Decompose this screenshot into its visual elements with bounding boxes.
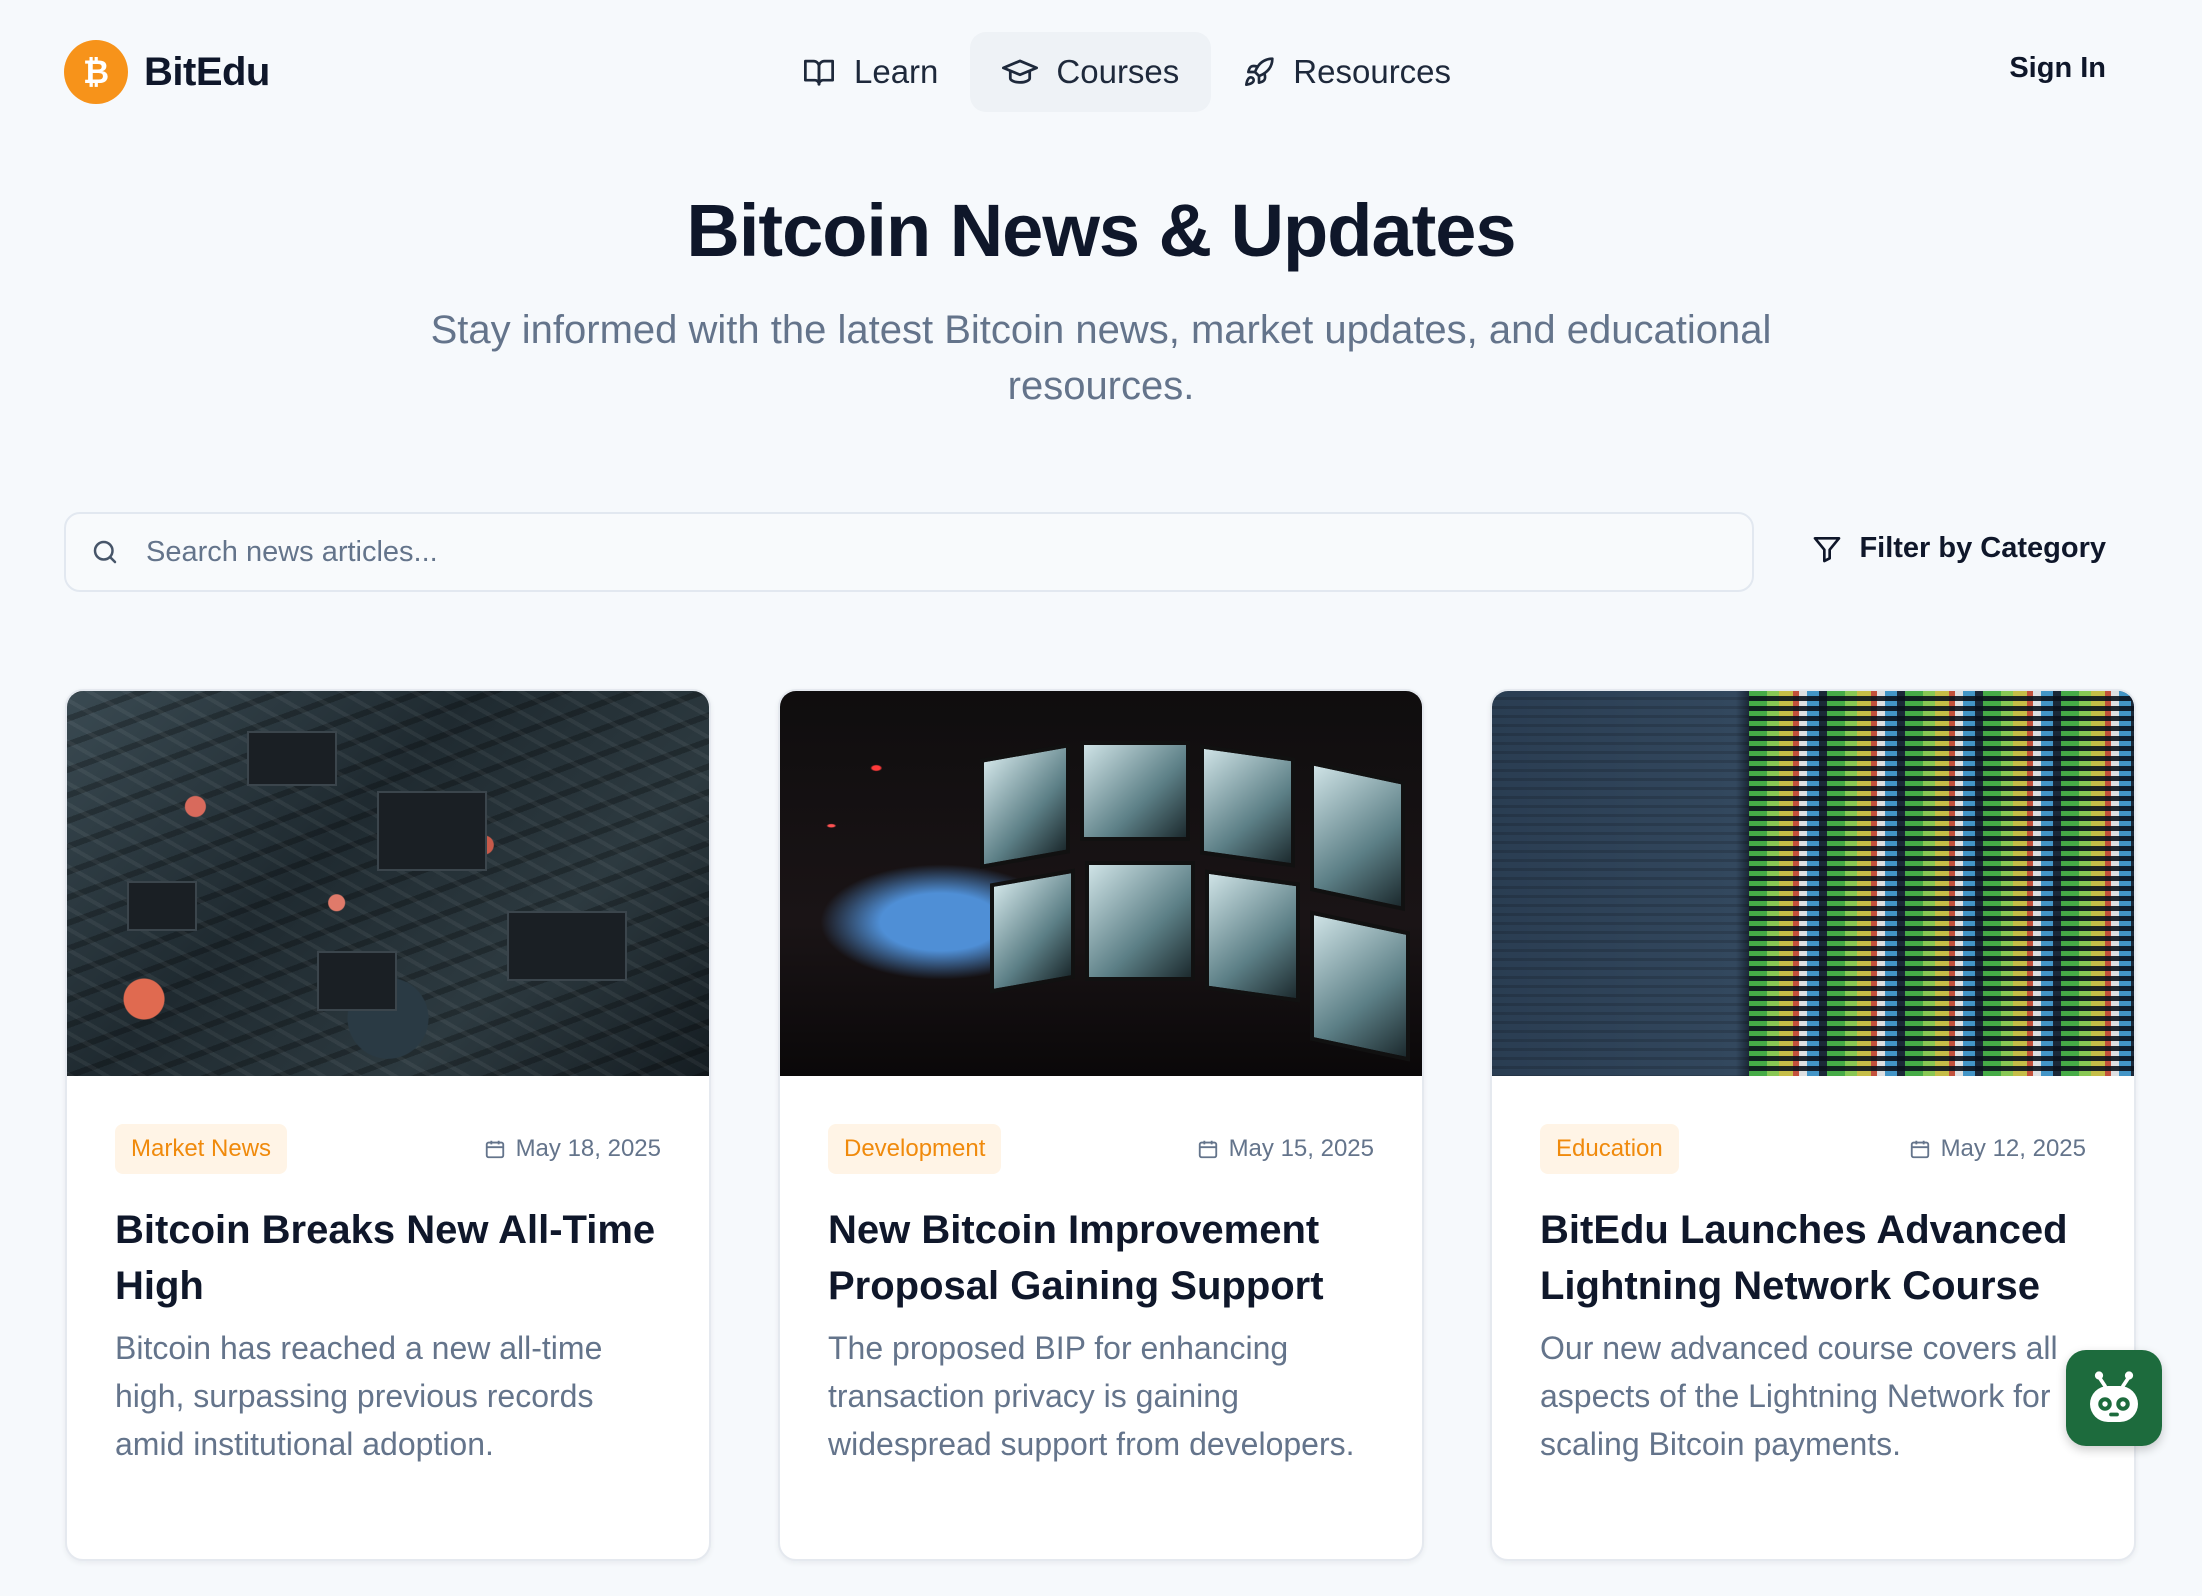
calendar-icon bbox=[1198, 1140, 1217, 1159]
date-text: May 15, 2025 bbox=[1228, 1135, 1374, 1162]
page-subtitle: Stay informed with the latest Bitcoin ne… bbox=[430, 308, 1772, 408]
nav-item-label: Resources bbox=[1293, 53, 1452, 90]
category-badge[interactable]: Development bbox=[828, 1124, 1002, 1174]
nav-item-label: Learn bbox=[854, 53, 939, 90]
code-screen-image bbox=[1492, 691, 2134, 1076]
news-card-market-news[interactable]: Market News May 18, 2025 Bitcoin Breaks … bbox=[65, 689, 711, 1561]
robot-icon bbox=[2090, 1371, 2138, 1422]
graduation-cap-icon bbox=[1002, 59, 1039, 84]
article-title[interactable]: New Bitcoin Improvement Proposal Gaining… bbox=[828, 1202, 1374, 1314]
article-date: May 18, 2025 bbox=[484, 1135, 661, 1163]
main-nav: Learn Courses Resources bbox=[770, 32, 1483, 112]
brand-logo[interactable]: ₿ BitEdu bbox=[64, 40, 270, 104]
rocket-icon bbox=[1245, 57, 1274, 86]
filter-icon bbox=[1814, 536, 1841, 562]
news-card-education[interactable]: Education May 12, 2025 BitEdu Launches A… bbox=[1490, 689, 2136, 1561]
circuit-board-image bbox=[67, 691, 709, 1076]
search-bar[interactable] bbox=[64, 512, 1754, 592]
sign-in-link[interactable]: Sign In bbox=[2009, 52, 2106, 85]
video-screens-image bbox=[780, 691, 1422, 1076]
article-summary: Our new advanced course covers all aspec… bbox=[1540, 1330, 2058, 1462]
page: ₿ BitEdu Learn Courses Resources Sign In… bbox=[0, 0, 2202, 1596]
top-navbar: ₿ BitEdu Learn Courses Resources Sign In bbox=[0, 0, 2202, 144]
article-date: May 15, 2025 bbox=[1197, 1135, 1374, 1163]
news-card-development[interactable]: Development May 15, 2025 New Bitcoin Imp… bbox=[778, 689, 1424, 1561]
assistant-bot-button[interactable] bbox=[2066, 1350, 2162, 1446]
article-summary: The proposed BIP for enhancing transacti… bbox=[828, 1330, 1355, 1462]
brand-name: BitEdu bbox=[144, 49, 270, 94]
calendar-icon bbox=[1910, 1140, 1929, 1159]
bitcoin-logo-icon: ₿ bbox=[64, 40, 128, 104]
search-icon bbox=[93, 540, 117, 564]
nav-item-label: Courses bbox=[1056, 53, 1180, 90]
nav-item-courses[interactable]: Courses bbox=[970, 32, 1212, 112]
nav-item-resources[interactable]: Resources bbox=[1211, 32, 1483, 112]
category-badge[interactable]: Education bbox=[1540, 1124, 1679, 1174]
nav-item-learn[interactable]: Learn bbox=[770, 32, 970, 112]
article-title[interactable]: Bitcoin Breaks New All-Time High bbox=[115, 1202, 661, 1314]
category-badge[interactable]: Market News bbox=[115, 1124, 288, 1174]
search-input[interactable] bbox=[146, 535, 1646, 569]
filter-by-category-button[interactable]: Filter by Category bbox=[1811, 532, 2106, 565]
article-title[interactable]: BitEdu Launches Advanced Lightning Netwo… bbox=[1540, 1202, 2086, 1314]
article-date: May 12, 2025 bbox=[1909, 1135, 2086, 1163]
page-title: Bitcoin News & Updates bbox=[686, 189, 1516, 272]
article-summary: Bitcoin has reached a new all-time high,… bbox=[115, 1330, 603, 1462]
calendar-icon bbox=[485, 1140, 504, 1159]
book-open-icon bbox=[804, 59, 834, 86]
filter-label: Filter by Category bbox=[1859, 532, 2106, 564]
date-text: May 18, 2025 bbox=[515, 1135, 661, 1162]
date-text: May 12, 2025 bbox=[1940, 1135, 2086, 1162]
